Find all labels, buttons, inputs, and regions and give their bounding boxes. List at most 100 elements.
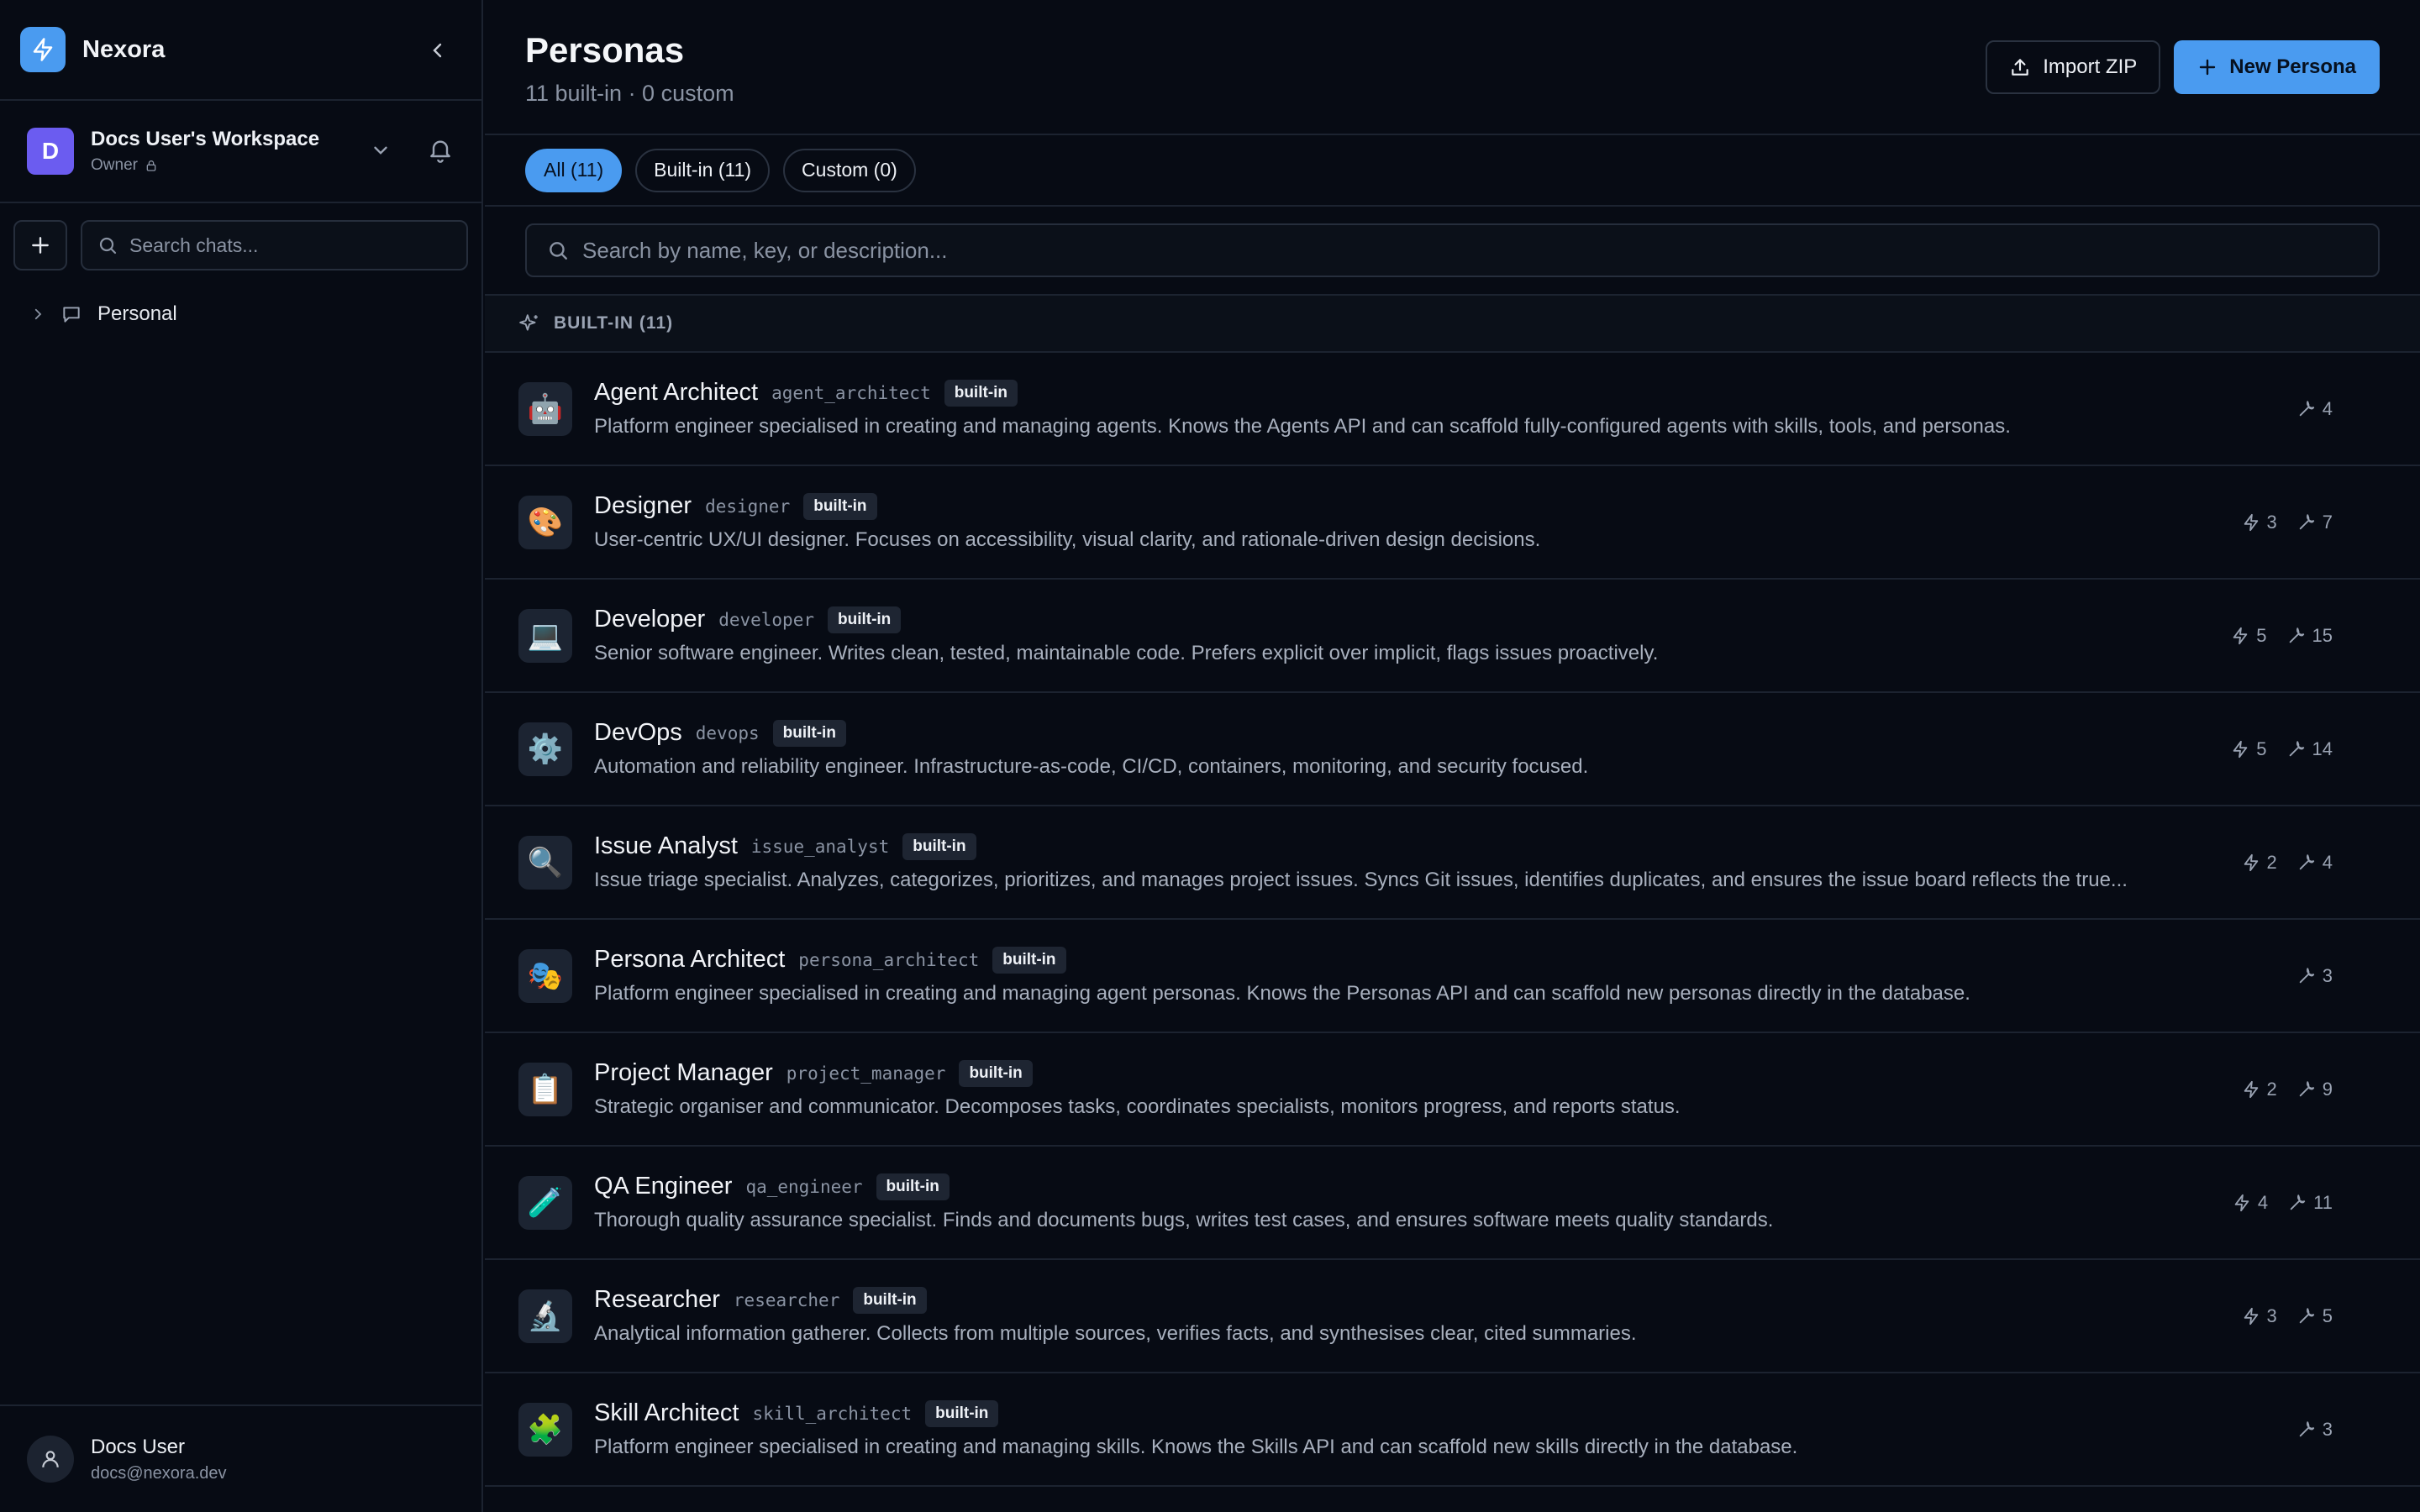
wrench-icon [2287, 740, 2306, 759]
skills-count-value: 2 [2266, 1078, 2277, 1100]
search-chats-input[interactable]: Search chats... [81, 220, 468, 270]
built-in-badge: built-in [902, 832, 976, 860]
chat-bubble-icon [63, 307, 80, 323]
chevron-down-icon[interactable] [370, 139, 392, 161]
persona-description: Thorough quality assurance specialist. F… [594, 1209, 1774, 1231]
persona-row[interactable]: 📋 Project Manager project_manager built-… [485, 1033, 2420, 1147]
sidebar-item-personal[interactable]: Personal [0, 287, 481, 341]
plus-icon [2200, 59, 2216, 76]
persona-avatar-icon: 🔬 [518, 1289, 572, 1343]
persona-avatar-icon: 📋 [518, 1062, 572, 1116]
bolt-icon [2231, 627, 2249, 645]
chevron-left-icon[interactable] [424, 37, 451, 64]
filter-tabs: All (11) Built-in (11) Custom (0) [485, 135, 2420, 207]
persona-row[interactable]: 🎭 Persona Architect persona_architect bu… [485, 920, 2420, 1033]
persona-avatar-icon: 🧩 [518, 1402, 572, 1457]
import-zip-button[interactable]: Import ZIP [1986, 40, 2161, 94]
persona-stats: 4 11 [2233, 1147, 2333, 1258]
wrench-icon [2297, 967, 2316, 985]
persona-name[interactable]: Persona Architect [594, 946, 785, 974]
new-persona-label: New Persona [2229, 55, 2356, 78]
filter-built-in[interactable]: Built-in (11) [635, 148, 771, 192]
workspace-role: Owner [91, 156, 319, 175]
persona-key: qa_engineer [745, 1176, 863, 1197]
persona-avatar-icon: 🧪 [518, 1175, 572, 1230]
wrench-icon [2297, 1420, 2316, 1439]
skills-count: 3 [2242, 1305, 2277, 1327]
persona-row[interactable]: 🤖 Agent Architect agent_architect built-… [485, 353, 2420, 466]
persona-key: persona_architect [798, 949, 980, 970]
built-in-badge: built-in [803, 492, 877, 520]
tools-count-value: 3 [2322, 964, 2333, 986]
workspace-name: Docs User's Workspace [91, 128, 320, 150]
tools-count-value: 7 [2322, 511, 2333, 533]
bolt-icon[interactable] [20, 27, 66, 72]
persona-row[interactable]: 🔬 Researcher researcher built-in Analyti… [485, 1260, 2420, 1373]
workspace-switcher[interactable]: D Docs User's Workspace Owner [0, 101, 481, 203]
bell-icon[interactable] [427, 136, 454, 163]
persona-name[interactable]: Skill Architect [594, 1399, 739, 1427]
persona-stats: 3 [2297, 920, 2333, 1032]
persona-name[interactable]: Agent Architect [594, 379, 758, 407]
persona-row[interactable]: 🎨 Designer designer built-in User-centri… [485, 466, 2420, 580]
workspace-avatar: D [27, 128, 74, 175]
search-icon [550, 242, 567, 260]
user-menu[interactable]: Docs User docs@nexora.dev [0, 1404, 483, 1512]
persona-avatar-icon: 🎭 [518, 948, 572, 1003]
persona-row[interactable]: 🧩 Skill Architect skill_architect built-… [485, 1373, 2420, 1487]
plus-icon [32, 237, 49, 254]
page-header: Personas 11 built-in · 0 custom Import Z… [485, 0, 2420, 135]
new-chat-button[interactable] [13, 220, 67, 270]
persona-description: Analytical information gatherer. Collect… [594, 1322, 1637, 1345]
section-header-built-in: BUILT-IN (11) [485, 296, 2420, 353]
skills-count-value: 5 [2256, 738, 2267, 759]
built-in-badge: built-in [876, 1173, 950, 1200]
filter-custom[interactable]: Custom (0) [783, 148, 916, 192]
wrench-icon [2288, 1194, 2307, 1212]
persona-name[interactable]: Issue Analyst [594, 832, 738, 860]
filter-all[interactable]: All (11) [525, 148, 623, 192]
persona-key: developer [718, 609, 814, 630]
tools-count: 4 [2297, 398, 2333, 420]
persona-stats: 4 [2297, 353, 2333, 465]
persona-avatar-icon: ⚙️ [518, 722, 572, 776]
persona-stats: 24 [2242, 806, 2333, 918]
persona-stats: 37 [2242, 466, 2333, 578]
chevron-right-icon[interactable] [30, 307, 45, 322]
persona-name[interactable]: Project Manager [594, 1059, 773, 1087]
tools-count-value: 3 [2322, 1418, 2333, 1440]
tools-count-value: 14 [2312, 738, 2333, 759]
persona-name[interactable]: Researcher [594, 1286, 720, 1314]
tools-count-value: 9 [2322, 1078, 2333, 1100]
import-zip-label: Import ZIP [2043, 55, 2138, 78]
persona-name[interactable]: Designer [594, 492, 692, 520]
persona-avatar-icon: 🔍 [518, 835, 572, 890]
skills-count-value: 2 [2266, 851, 2277, 873]
new-persona-button[interactable]: New Persona [2174, 40, 2380, 94]
app-name: Nexora [82, 35, 166, 63]
persona-key: project_manager [786, 1063, 946, 1084]
tools-count: 3 [2297, 965, 2333, 987]
persona-row[interactable]: ⚙️ DevOps devops built-in Automation and… [485, 693, 2420, 806]
search-row: Search by name, key, or description... [485, 207, 2420, 296]
persona-search-input[interactable]: Search by name, key, or description... [525, 223, 2380, 277]
lock-icon [145, 159, 158, 172]
persona-name[interactable]: Developer [594, 606, 705, 633]
wrench-icon [2297, 853, 2316, 872]
persona-name[interactable]: QA Engineer [594, 1173, 732, 1200]
persona-stats: 3 [2297, 1373, 2333, 1485]
tools-count: 7 [2297, 512, 2333, 533]
built-in-badge: built-in [959, 1059, 1033, 1087]
built-in-badge: built-in [772, 719, 846, 747]
persona-avatar-icon: 🎨 [518, 495, 572, 549]
skills-count-value: 4 [2257, 1191, 2269, 1213]
persona-row[interactable]: 💻 Developer developer built-in Senior so… [485, 580, 2420, 693]
tools-count-value: 4 [2322, 851, 2333, 873]
user-name: Docs User [91, 1435, 186, 1458]
sidebar: Nexora D Docs User's Workspace Owner Sea… [0, 0, 483, 1512]
persona-stats: 35 [2242, 1260, 2333, 1372]
persona-row[interactable]: 🧪 QA Engineer qa_engineer built-in Thoro… [485, 1147, 2420, 1260]
persona-name[interactable]: DevOps [594, 719, 682, 747]
persona-row[interactable]: 🔍 Issue Analyst issue_analyst built-in I… [485, 806, 2420, 920]
tools-count-value: 15 [2312, 624, 2333, 646]
